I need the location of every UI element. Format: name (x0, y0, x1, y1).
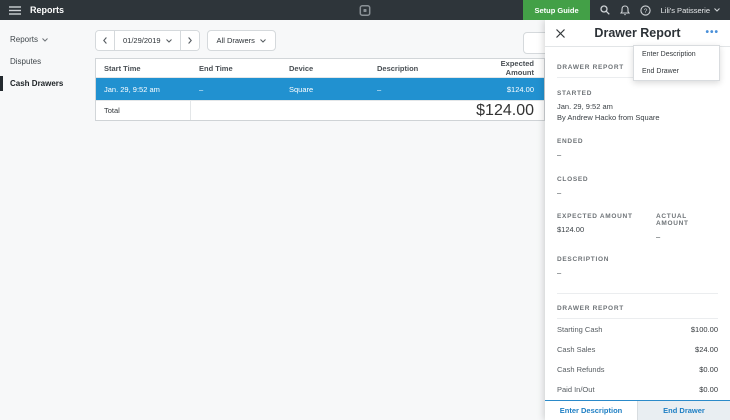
panel-header: Drawer Report ••• (545, 20, 730, 47)
column-header-expected-amount: Expected Amount (486, 59, 544, 77)
closed-value: – (557, 187, 718, 198)
sidebar-item-label: Reports (10, 35, 38, 44)
line-item-value: $100.00 (691, 325, 718, 334)
row-end-time: – (191, 85, 281, 94)
column-header-start-time: Start Time (96, 64, 191, 73)
column-header-description: Description (369, 64, 486, 73)
filters-toolbar: 01/29/2019 All Drawers (95, 30, 545, 51)
closed-label: Closed (557, 176, 718, 183)
description-label: Description (557, 256, 718, 263)
list-item-starting-cash: Starting Cash $100.00 (557, 319, 718, 339)
account-dropdown[interactable]: Lili's Patisserie (661, 6, 720, 15)
list-item-paid-in-out: Paid In/Out $0.00 (557, 379, 718, 399)
drawer-filter-dropdown[interactable]: All Drawers (207, 30, 276, 51)
sidebar-item-disputes[interactable]: Disputes (0, 52, 90, 71)
row-expected-amount: $124.00 (486, 85, 544, 94)
started-by: By Andrew Hacko from Square (557, 112, 718, 123)
expected-amount-value: $124.00 (557, 224, 656, 235)
line-item-label: Cash Refunds (557, 365, 605, 374)
account-name: Lili's Patisserie (661, 6, 710, 15)
chevron-right-icon (188, 37, 192, 44)
more-options-menu: Enter Description End Drawer (633, 45, 720, 81)
drawer-filter-value: All Drawers (217, 36, 255, 45)
line-item-label: Paid In/Out (557, 385, 595, 394)
ended-block: Ended – (557, 138, 718, 160)
table-total-row: Total $124.00 (96, 100, 544, 120)
end-drawer-button[interactable]: End Drawer (637, 401, 730, 420)
column-header-end-time: End Time (191, 64, 281, 73)
top-bar: Reports Setup Guide ? Lili's Patisserie (0, 0, 730, 20)
panel-body: Drawer Report Started Jan. 29, 9:52 am B… (545, 64, 730, 420)
menu-item-enter-description[interactable]: Enter Description (634, 46, 719, 63)
svg-text:?: ? (643, 7, 647, 14)
main-content: 01/29/2019 All Drawers Start Time End Ti… (90, 20, 545, 420)
total-label: Total (96, 101, 191, 120)
total-amount: $124.00 (191, 102, 544, 120)
close-icon[interactable] (556, 29, 565, 38)
table-header-row: Start Time End Time Device Description E… (96, 59, 544, 78)
hamburger-menu-icon[interactable] (9, 6, 21, 15)
actual-amount-label: Actual Amount (656, 213, 718, 227)
started-time: Jan. 29, 9:52 am (557, 101, 718, 112)
chevron-down-icon (42, 38, 48, 42)
sidebar-item-reports[interactable]: Reports (0, 30, 90, 49)
expected-amount-block: Expected Amount $124.00 (557, 213, 656, 242)
date-navigator: 01/29/2019 (95, 30, 200, 51)
started-label: Started (557, 90, 718, 97)
date-picker[interactable]: 01/29/2019 (115, 31, 180, 50)
column-header-device: Device (281, 64, 369, 73)
previous-date-button[interactable] (96, 31, 115, 50)
panel-title: Drawer Report (545, 26, 730, 40)
sidebar-item-cash-drawers[interactable]: Cash Drawers (0, 74, 90, 93)
closed-block: Closed – (557, 176, 718, 198)
sidebar: Reports Disputes Cash Drawers (0, 20, 90, 420)
next-date-button[interactable] (180, 31, 199, 50)
list-item-cash-refunds: Cash Refunds $0.00 (557, 359, 718, 379)
drawer-report-panel: Drawer Report ••• Enter Description End … (545, 20, 730, 420)
more-options-icon[interactable]: ••• (705, 30, 719, 36)
help-icon[interactable]: ? (640, 5, 651, 16)
row-description: – (369, 85, 486, 94)
sidebar-item-label: Cash Drawers (10, 79, 63, 88)
line-item-label: Cash Sales (557, 345, 595, 354)
menu-item-end-drawer[interactable]: End Drawer (634, 63, 719, 80)
line-item-value: $24.00 (695, 345, 718, 354)
table-row[interactable]: Jan. 29, 9:52 am – Square – $124.00 (96, 78, 544, 100)
actual-amount-block: Actual Amount – (656, 213, 718, 242)
date-value: 01/29/2019 (123, 36, 161, 45)
page-title: Reports (30, 5, 64, 15)
square-logo-icon[interactable] (360, 5, 371, 16)
chevron-down-icon (714, 8, 720, 12)
amounts-row: Expected Amount $124.00 Actual Amount – (557, 213, 718, 242)
section-heading-drawer-report-totals: Drawer Report (557, 305, 718, 319)
description-value: – (557, 267, 718, 278)
chevron-down-icon (166, 39, 172, 43)
panel-footer: Enter Description End Drawer (545, 400, 730, 420)
actual-amount-value: – (656, 231, 718, 242)
row-start-time: Jan. 29, 9:52 am (96, 85, 191, 94)
section-divider (557, 293, 718, 294)
description-block: Description – (557, 256, 718, 278)
search-icon[interactable] (600, 5, 610, 15)
line-item-label: Starting Cash (557, 325, 602, 334)
list-item-cash-sales: Cash Sales $24.00 (557, 339, 718, 359)
expected-amount-label: Expected Amount (557, 213, 656, 220)
setup-guide-button[interactable]: Setup Guide (523, 0, 589, 20)
chevron-left-icon (103, 37, 107, 44)
notifications-bell-icon[interactable] (620, 5, 630, 16)
ended-value: – (557, 149, 718, 160)
ended-label: Ended (557, 138, 718, 145)
cash-drawers-table: Start Time End Time Device Description E… (95, 58, 545, 121)
row-device: Square (281, 85, 369, 94)
started-block: Started Jan. 29, 9:52 am By Andrew Hacko… (557, 90, 718, 123)
sidebar-item-label: Disputes (10, 57, 41, 66)
chevron-down-icon (260, 39, 266, 43)
enter-description-button[interactable]: Enter Description (545, 401, 637, 420)
line-item-value: $0.00 (699, 385, 718, 394)
line-item-value: $0.00 (699, 365, 718, 374)
